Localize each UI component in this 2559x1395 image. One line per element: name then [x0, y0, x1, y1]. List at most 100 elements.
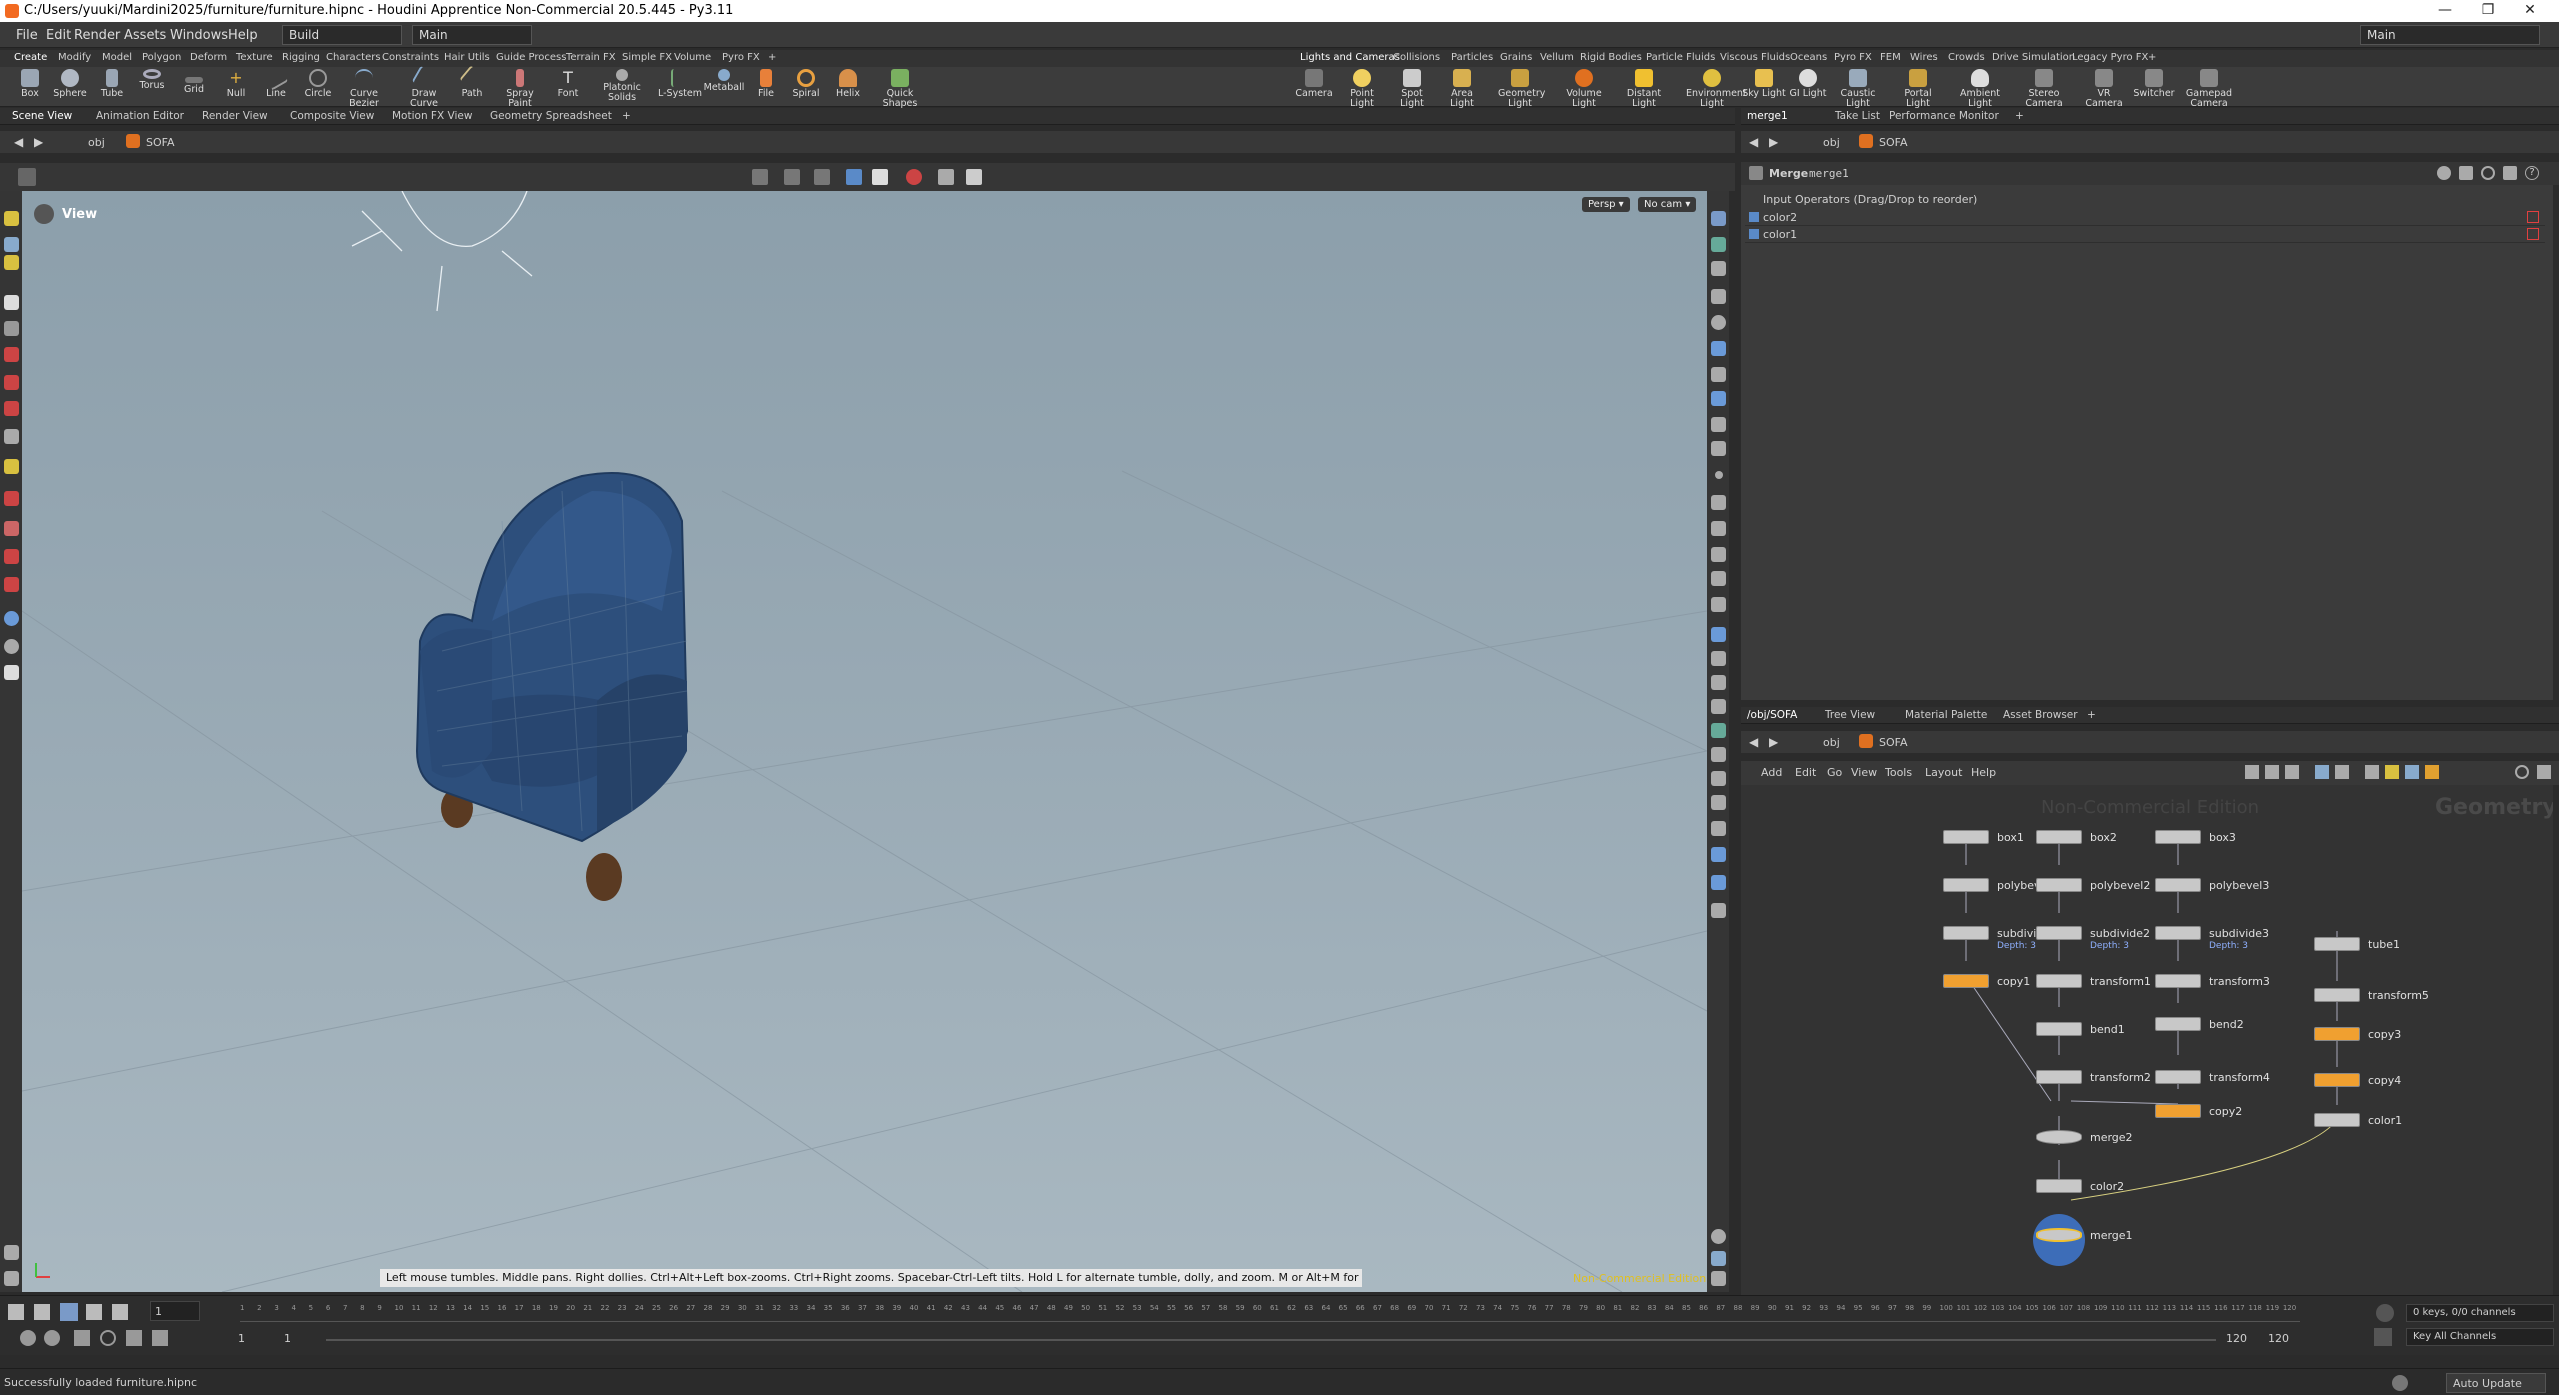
tool-curve-bezier[interactable]: Curve Bezier: [342, 69, 386, 109]
pin-icon[interactable]: [2265, 765, 2279, 779]
wireframe-shaded-icon[interactable]: [846, 169, 862, 185]
tool-area-light[interactable]: Area Light: [1440, 69, 1484, 109]
transform-icon[interactable]: [4, 491, 19, 506]
forward-arrow-icon[interactable]: ▶: [34, 135, 43, 149]
tool-geometry-light[interactable]: Geometry Light: [1498, 69, 1545, 109]
tab-add-viewer[interactable]: +: [622, 110, 631, 122]
search-icon[interactable]: [2515, 765, 2529, 779]
tool-file[interactable]: File: [744, 69, 788, 99]
desktop-select[interactable]: Build: [282, 25, 402, 45]
view-tool-icon[interactable]: [4, 237, 19, 252]
info-icon[interactable]: [1711, 903, 1726, 918]
forward-arrow-icon[interactable]: ▶: [1769, 735, 1778, 749]
network-options-icon[interactable]: [2365, 765, 2379, 779]
shelf-tab-vellum[interactable]: Vellum: [1540, 52, 1574, 63]
tool-gamepad-camera[interactable]: Gamepad Camera: [2184, 69, 2234, 109]
shelf-tab-add-right[interactable]: +: [2148, 52, 2156, 63]
shelf-tab-constraints[interactable]: Constraints: [382, 52, 439, 63]
menu-render[interactable]: Render: [74, 28, 120, 43]
frame-icon[interactable]: [1711, 315, 1726, 330]
range-start[interactable]: 1: [238, 1332, 245, 1345]
point-display-icon[interactable]: [1715, 471, 1723, 479]
layout-icon[interactable]: [1711, 875, 1726, 890]
right-desktop-select[interactable]: Main: [2360, 25, 2540, 45]
bounding-box-icon[interactable]: [1711, 651, 1726, 666]
wrench-icon[interactable]: [2459, 166, 2473, 180]
shelf-tab-grains[interactable]: Grains: [1500, 52, 1532, 63]
sticky-note-icon[interactable]: [2385, 765, 2399, 779]
close-button[interactable]: ✕: [2515, 2, 2545, 20]
shelf-tab-particle-fluids[interactable]: Particle Fluids: [1646, 52, 1715, 63]
render-region-icon[interactable]: [4, 665, 19, 680]
network-box-icon[interactable]: [2405, 765, 2419, 779]
tool-box[interactable]: Box: [8, 69, 52, 99]
key-icon[interactable]: [2374, 1328, 2392, 1346]
network-menu-add[interactable]: Add: [1761, 766, 1782, 779]
fog-icon[interactable]: [1711, 821, 1726, 836]
tool-portal-light[interactable]: Portal Light: [1896, 69, 1940, 109]
safe-area-icon[interactable]: [1711, 795, 1726, 810]
tab-geometry-spreadsheet[interactable]: Geometry Spreadsheet: [490, 110, 612, 122]
lock-camera-icon[interactable]: [1711, 261, 1726, 276]
shelf-tab-drive-simulation[interactable]: Drive Simulation: [1992, 52, 2075, 63]
tab-motion-fx-view[interactable]: Motion FX View: [392, 110, 472, 122]
scale-icon[interactable]: [4, 401, 19, 416]
display-options-icon[interactable]: [1711, 211, 1726, 226]
tool-sky-light[interactable]: Sky Light: [1742, 69, 1786, 99]
tab-take-list[interactable]: Take List: [1835, 110, 1880, 122]
shelf-tab-guide-process[interactable]: Guide Process: [496, 52, 566, 63]
menu-edit[interactable]: Edit: [46, 28, 71, 43]
range-end[interactable]: 120: [2226, 1332, 2247, 1345]
guides-icon[interactable]: [1711, 627, 1726, 642]
network-menu-tools[interactable]: Tools: [1885, 766, 1912, 779]
orbit-icon[interactable]: [4, 611, 19, 626]
shelf-tab-modify[interactable]: Modify: [58, 52, 91, 63]
input-row[interactable]: color2: [1745, 209, 2545, 226]
network-menu-view[interactable]: View: [1851, 766, 1877, 779]
light-icon[interactable]: [4, 1245, 19, 1260]
lighting-icon[interactable]: [1711, 367, 1726, 382]
tool-switcher[interactable]: Switcher: [2132, 69, 2176, 99]
shelf-tab-viscous-fluids[interactable]: Viscous Fluids: [1720, 52, 1790, 63]
pivot-icon[interactable]: [4, 521, 19, 536]
network-editor[interactable]: Non-Commercial Edition Geometry box1 box…: [1741, 785, 2553, 1295]
frame-range-icon[interactable]: [152, 1330, 168, 1346]
shelf-tab-crowds[interactable]: Crowds: [1948, 52, 1985, 63]
visualizer-icon[interactable]: [1711, 571, 1726, 586]
remove-input-icon[interactable]: [2527, 228, 2539, 240]
thumbnail-icon[interactable]: [2335, 765, 2349, 779]
search-icon[interactable]: [2481, 166, 2495, 180]
key-all-channels-button[interactable]: Key All Channels: [2406, 1328, 2554, 1346]
handle-tool-icon[interactable]: [4, 211, 19, 226]
background-icon[interactable]: [1711, 597, 1726, 612]
3d-viewport[interactable]: View Persp ▾ No cam ▾ Left mouse tumbles…: [22, 191, 1707, 1292]
vector-icon[interactable]: [1711, 699, 1726, 714]
shelf-tab-hair-utils[interactable]: Hair Utils: [444, 52, 490, 63]
tool-environment-light[interactable]: Environment Light: [1686, 69, 1747, 109]
range-start-2[interactable]: 1: [284, 1332, 291, 1345]
menu-windows[interactable]: Windows: [170, 28, 228, 43]
range-end-2[interactable]: 120: [2268, 1332, 2289, 1345]
tools-icon[interactable]: [2245, 765, 2259, 779]
menu-assets[interactable]: Assets: [124, 28, 166, 43]
tool-path[interactable]: Path: [450, 65, 494, 99]
shelf-tab-create[interactable]: Create: [14, 52, 47, 63]
first-frame-icon[interactable]: [8, 1304, 24, 1320]
tool-ambient-light[interactable]: Ambient Light: [1958, 69, 2002, 109]
pose-icon[interactable]: [4, 429, 19, 444]
step-icon[interactable]: [126, 1330, 142, 1346]
tool-helix[interactable]: Helix: [826, 69, 870, 99]
tool-torus[interactable]: Torus: [130, 69, 174, 91]
shelf-tab-pyro-fx-2[interactable]: Pyro FX: [1834, 52, 1872, 63]
tool-l-system[interactable]: L-System: [658, 69, 702, 99]
back-arrow-icon[interactable]: ◀: [1749, 735, 1758, 749]
tool-distant-light[interactable]: Distant Light: [1622, 69, 1666, 109]
home-icon[interactable]: [1711, 289, 1726, 304]
points-icon[interactable]: [1711, 441, 1726, 456]
range-slider[interactable]: [326, 1339, 2216, 1341]
paint-tool-icon[interactable]: [4, 255, 19, 270]
prim-numbers-icon[interactable]: [1711, 495, 1726, 510]
tab-tree-view[interactable]: Tree View: [1825, 709, 1875, 721]
play-icon[interactable]: [86, 1304, 102, 1320]
tab-merge1[interactable]: merge1: [1747, 110, 1788, 122]
